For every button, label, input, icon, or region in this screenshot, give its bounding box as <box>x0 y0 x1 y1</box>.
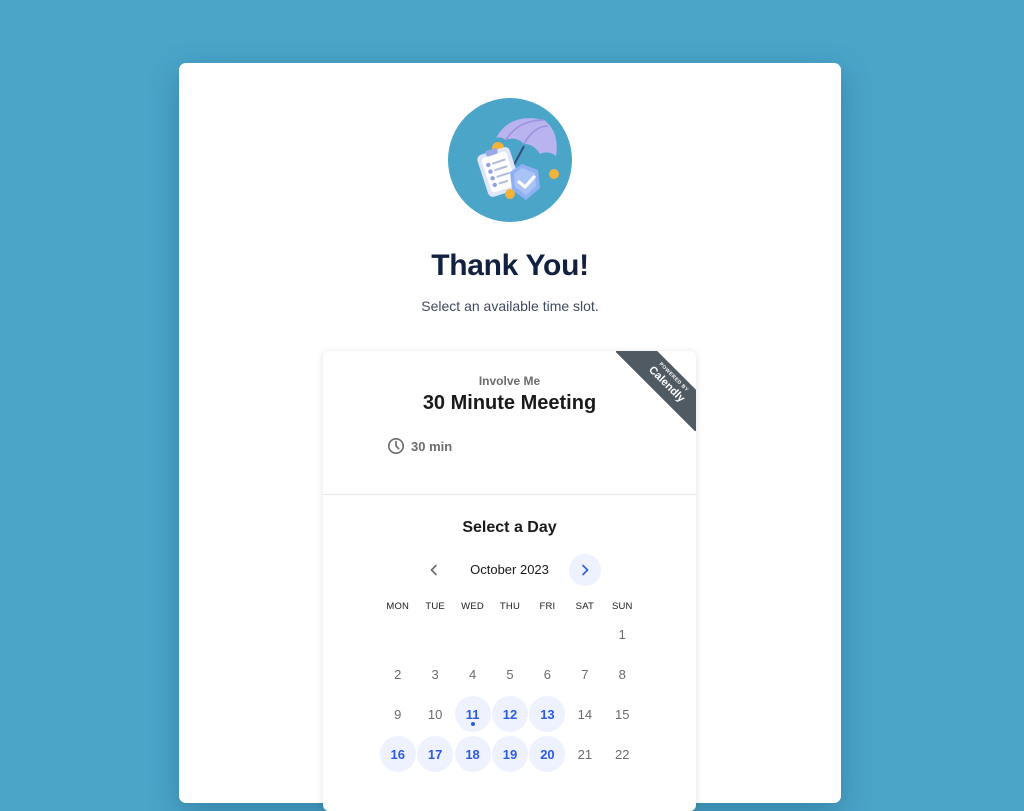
day-cell: 6 <box>529 654 566 694</box>
thank-you-card: Thank You! Select an available time slot… <box>179 63 841 811</box>
weekday-label: WED <box>461 601 484 612</box>
weekday-header: MON TUE WED THU FRI SAT SUN <box>379 601 641 612</box>
day-available-button[interactable]: 20 <box>529 734 566 774</box>
day-cell: 15 <box>604 694 641 734</box>
day-number: 15 <box>615 706 630 722</box>
select-day-heading: Select a Day <box>462 519 557 536</box>
day-cell: 3 <box>416 654 453 694</box>
day-number: 21 <box>577 746 593 762</box>
day-number: 6 <box>543 666 552 682</box>
day-number: 8 <box>618 666 626 682</box>
day-number: 22 <box>615 746 630 762</box>
organizer-name: Involve Me <box>478 374 541 388</box>
weekday-label: THU <box>499 601 521 612</box>
page-title: Thank You! <box>431 249 589 282</box>
divider <box>323 494 696 495</box>
event-duration: 30 min <box>387 437 452 455</box>
today-indicator-dot <box>470 722 475 726</box>
day-number: 17 <box>427 746 443 762</box>
insurance-umbrella-clipboard-shield-icon <box>448 98 572 222</box>
day-number: 16 <box>390 746 405 762</box>
day-empty-cell <box>529 614 566 654</box>
day-number: 20 <box>540 746 555 762</box>
duration-label: 30 min <box>411 438 453 454</box>
day-number: 7 <box>581 666 589 682</box>
day-cell: 8 <box>604 654 641 694</box>
day-number: 11 <box>465 706 480 722</box>
day-available-button[interactable]: 13 <box>529 694 566 734</box>
day-cell: 4 <box>454 654 491 694</box>
weekday-label: FRI <box>539 601 556 612</box>
weekday-label: TUE <box>425 601 445 612</box>
day-available-button[interactable]: 18 <box>454 734 491 774</box>
day-number: 2 <box>394 666 402 682</box>
day-cell: 21 <box>566 734 603 774</box>
month-label: October 2023 <box>470 562 549 577</box>
day-number: 1 <box>618 626 626 642</box>
day-number: 18 <box>465 746 480 762</box>
day-empty-cell <box>491 614 528 654</box>
weekday-label: SUN <box>611 601 633 612</box>
day-available-button[interactable]: 19 <box>491 734 528 774</box>
event-name: 30 Minute Meeting <box>422 392 597 414</box>
chevron-right-icon <box>582 564 589 576</box>
day-available-button[interactable]: 17 <box>416 734 454 774</box>
day-cell: 1 <box>604 614 641 654</box>
day-empty-cell <box>379 614 416 654</box>
day-available-button[interactable]: 11 <box>454 694 491 734</box>
day-available-button[interactable]: 12 <box>491 694 528 734</box>
calendar-grid: 1 2 3 4 5 6 7 8 9 10 11 12 13 14 15 16 17 18 19 20 21 22 <box>379 614 641 774</box>
day-empty-cell <box>416 614 453 654</box>
day-number: 19 <box>502 746 518 762</box>
next-month-button[interactable] <box>569 554 601 586</box>
calendly-widget: POWERED BY Calendly Involve Me 30 Minute… <box>323 351 696 811</box>
day-number: 4 <box>468 666 477 682</box>
day-number: 10 <box>427 706 443 722</box>
day-available-button[interactable]: 16 <box>379 734 416 774</box>
day-cell: 22 <box>604 734 641 774</box>
day-empty-cell <box>566 614 603 654</box>
day-cell: 14 <box>566 694 603 734</box>
weekday-label: MON <box>386 601 410 612</box>
day-cell: 5 <box>491 654 528 694</box>
day-number: 3 <box>431 666 439 682</box>
powered-by-ribbon[interactable]: POWERED BY Calendly <box>616 351 696 431</box>
page-subtitle: Select an available time slot. <box>421 298 599 314</box>
day-number: 13 <box>540 706 555 722</box>
month-navigation: October 2023 <box>323 554 696 586</box>
day-cell: 10 <box>416 694 453 734</box>
day-empty-cell <box>454 614 491 654</box>
day-number: 5 <box>506 666 514 682</box>
day-cell: 2 <box>379 654 416 694</box>
day-cell: 7 <box>566 654 603 694</box>
day-number: 9 <box>394 706 402 722</box>
clock-icon <box>387 437 405 455</box>
weekday-label: SAT <box>575 601 595 612</box>
day-number: 14 <box>577 706 593 722</box>
day-cell: 9 <box>379 694 416 734</box>
day-number: 12 <box>502 706 518 722</box>
